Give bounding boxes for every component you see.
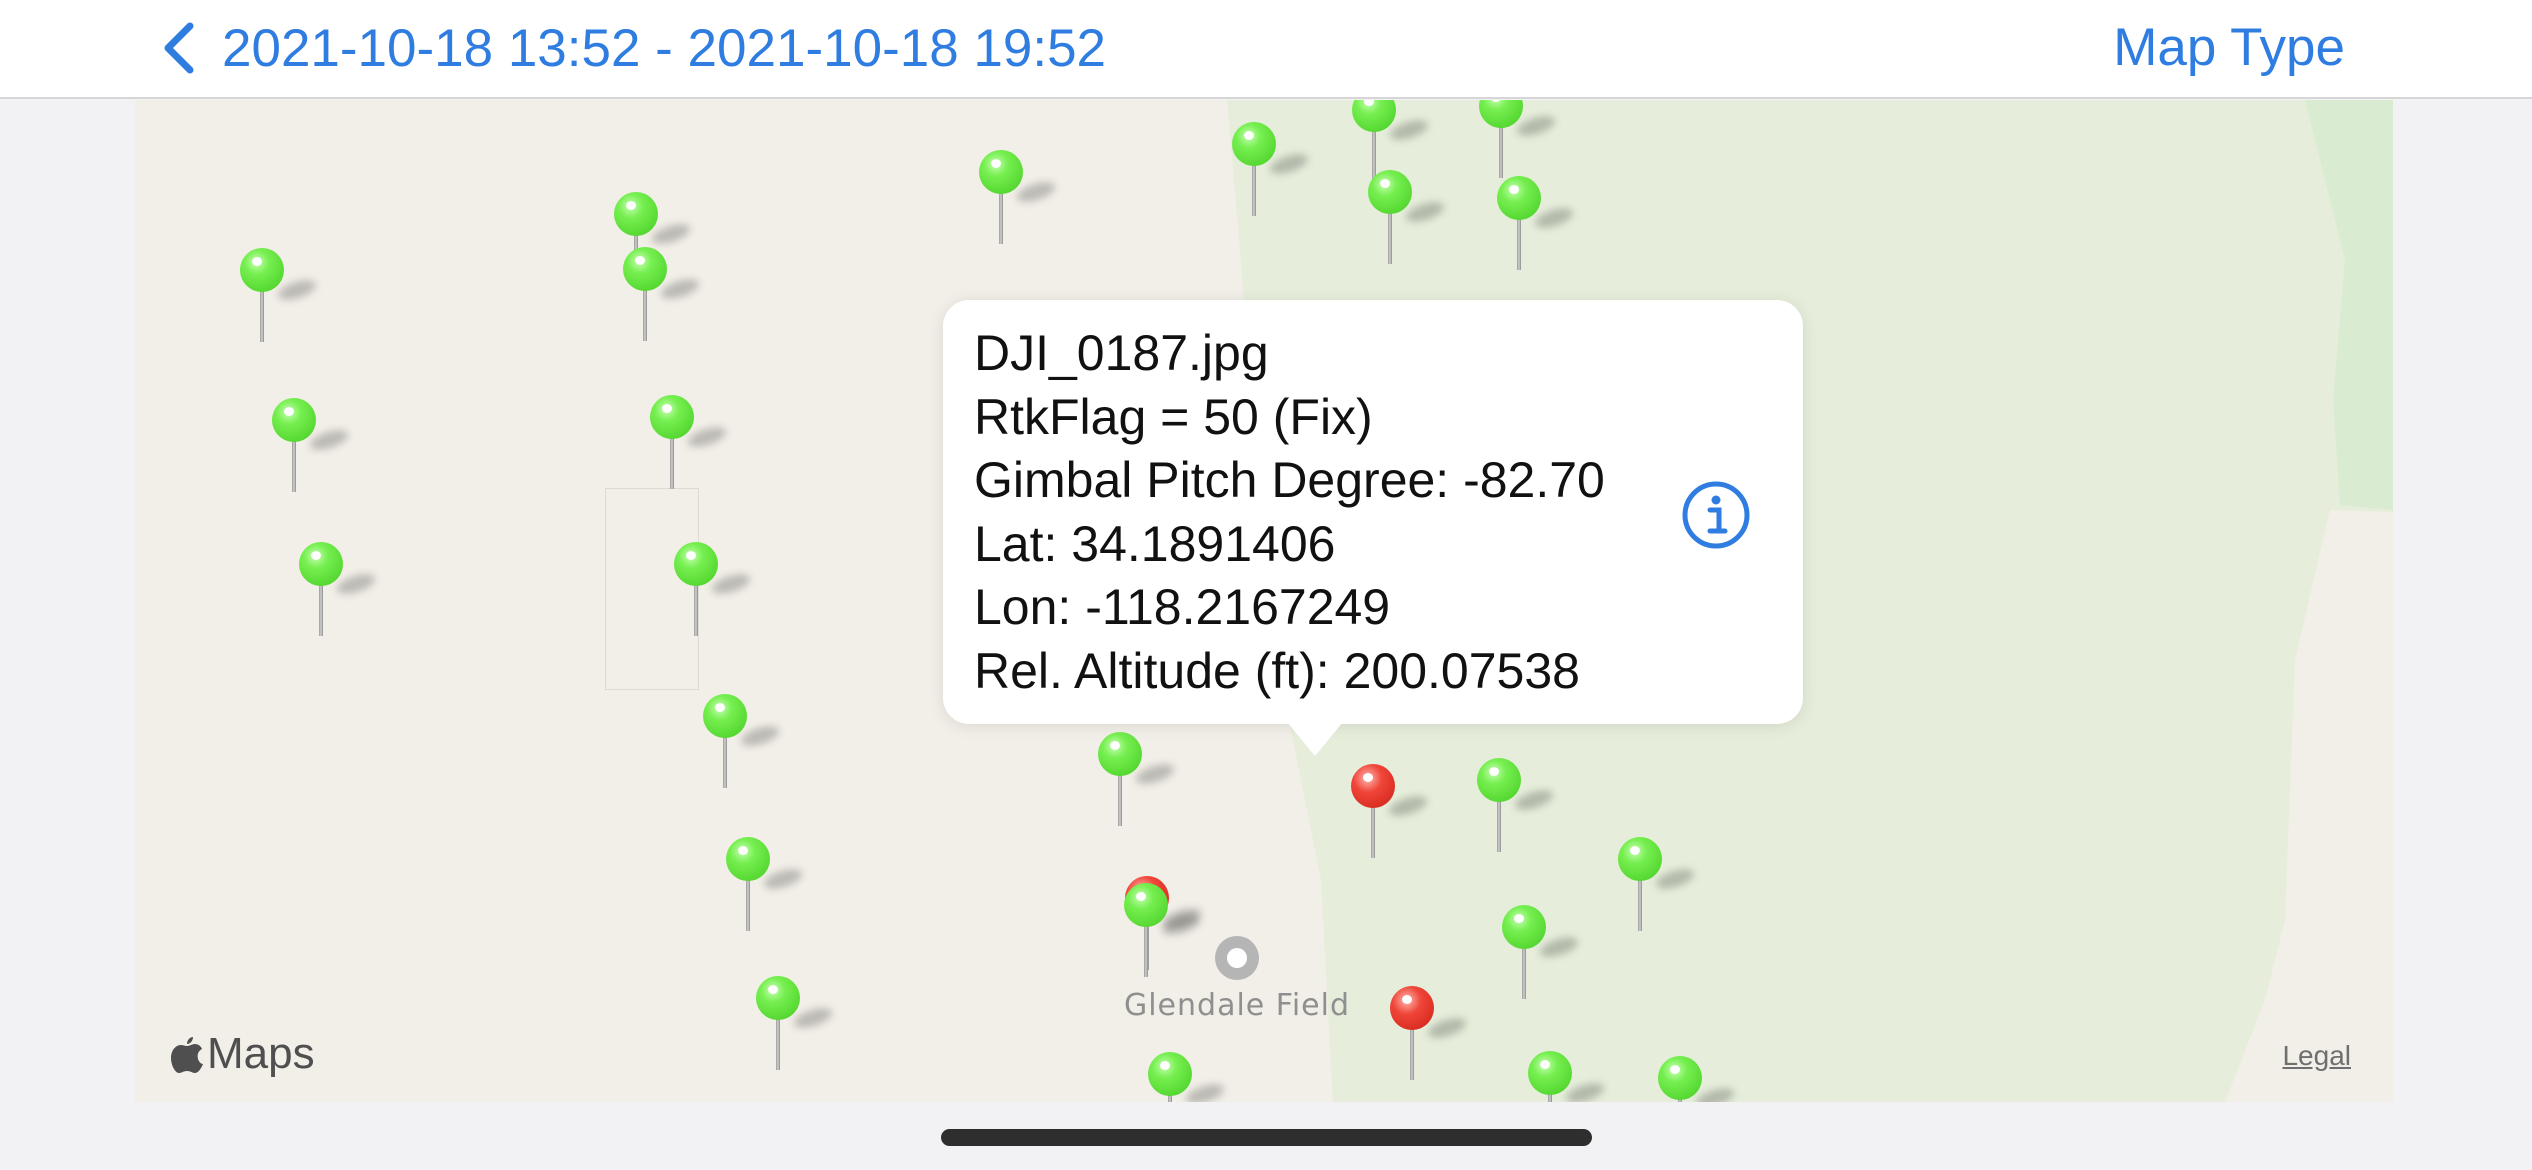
- photo-pin[interactable]: [978, 150, 1058, 260]
- photo-pin[interactable]: [1147, 1052, 1227, 1102]
- photo-pin[interactable]: [725, 837, 805, 947]
- photo-pin[interactable]: [673, 542, 753, 652]
- apple-icon: [171, 1037, 203, 1073]
- callout-pointer: [1287, 722, 1343, 756]
- photo-pin[interactable]: [1657, 1056, 1737, 1102]
- callout-rel-altitude: Rel. Altitude (ft): 200.07538: [974, 642, 1580, 699]
- photo-pin[interactable]: [1367, 170, 1447, 280]
- callout-longitude: Lon: -118.2167249: [974, 579, 1391, 635]
- apple-maps-logo: Maps: [169, 1024, 315, 1084]
- photo-pin[interactable]: [755, 976, 835, 1086]
- photo-pin[interactable]: [1527, 1051, 1607, 1102]
- photo-pin[interactable]: [298, 542, 378, 652]
- maps-attribution-text: Maps: [207, 1029, 315, 1078]
- photo-pin[interactable]: [1501, 905, 1581, 1015]
- photo-pin[interactable]: [1496, 176, 1576, 286]
- selected-photo-pin[interactable]: [1350, 764, 1430, 874]
- info-icon[interactable]: [1681, 480, 1751, 550]
- home-indicator[interactable]: [941, 1129, 1592, 1146]
- callout-gimbal-pitch: Gimbal Pitch Degree: -82.70: [974, 452, 1605, 508]
- legal-link[interactable]: Legal: [2282, 1040, 2351, 1072]
- back-button[interactable]: 2021-10-18 13:52 - 2021-10-18 19:52: [160, 18, 1106, 78]
- photo-pin[interactable]: [649, 395, 729, 505]
- point-of-interest-icon: [1215, 936, 1259, 980]
- photo-pin[interactable]: [1097, 732, 1177, 842]
- photo-pin[interactable]: [622, 247, 702, 357]
- callout-latitude: Lat: 34.1891406: [974, 515, 1336, 572]
- photo-pin[interactable]: [239, 248, 319, 358]
- photo-pin[interactable]: [1231, 122, 1311, 232]
- callout-rtk-flag: RtkFlag = 50 (Fix): [974, 388, 1373, 445]
- photo-pin[interactable]: [271, 398, 351, 508]
- photo-pin[interactable]: [702, 694, 782, 804]
- glendale-field-poi[interactable]: Glendale Field: [1124, 936, 1349, 1023]
- photo-pin[interactable]: [1476, 758, 1556, 868]
- photo-info-callout[interactable]: DJI_0187.jpg RtkFlag = 50 (Fix) Gimbal P…: [943, 300, 1803, 756]
- photo-pin-red[interactable]: [1389, 986, 1469, 1096]
- chevron-left-icon: [164, 22, 194, 74]
- map-type-button[interactable]: Map Type: [2113, 18, 2345, 78]
- navigation-bar: 2021-10-18 13:52 - 2021-10-18 19:52 Map …: [0, 0, 2532, 99]
- poi-label: Glendale Field: [1123, 988, 1351, 1023]
- photo-pin[interactable]: [1617, 837, 1697, 947]
- callout-filename: DJI_0187.jpg: [974, 325, 1269, 381]
- date-range-title: 2021-10-18 13:52 - 2021-10-18 19:52: [222, 18, 1107, 78]
